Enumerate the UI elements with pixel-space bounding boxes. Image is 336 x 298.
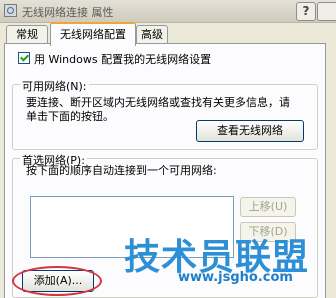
use-windows-config-checkbox[interactable] [18,52,30,64]
move-up-button[interactable]: 上移(U) [240,197,296,217]
tab-general[interactable]: 常规 [6,25,48,44]
available-networks-desc-1: 要连接、断开区域内无线网络或查找有关更多信息，请 [26,96,290,109]
use-windows-config-label: 用 Windows 配置我的无线网络设置 [34,53,212,66]
title-bar: 无线网络连接 属性 ? [0,0,336,23]
help-button[interactable]: ? [296,2,316,21]
available-networks-title: 可用网络(N): [20,78,89,94]
view-wireless-networks-button[interactable]: 查看无线网络 [196,120,304,142]
available-networks-desc-2: 单击下面的按钮。 [26,110,114,123]
close-button[interactable] [317,2,336,21]
preferred-networks-desc: 按下面的顺序自动连接到一个可用网络: [26,164,217,177]
window-title: 无线网络连接 属性 [22,6,114,19]
add-button-highlight [12,266,102,296]
tab-advanced[interactable]: 高级 [136,25,168,44]
watermark-url: www.jsgho.com [178,270,293,285]
tab-wireless-networks[interactable]: 无线网络配置 [50,22,136,46]
network-connection-icon [4,4,17,17]
